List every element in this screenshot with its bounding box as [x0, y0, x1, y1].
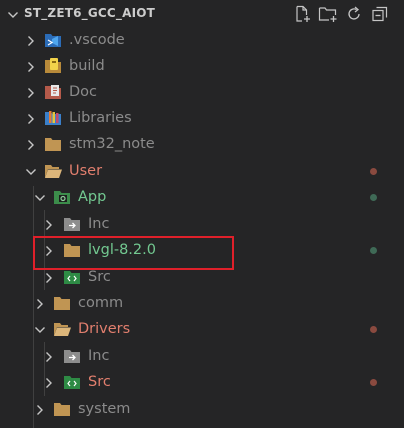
- chevron-right-icon[interactable]: [24, 33, 38, 47]
- tree-item-label: Src: [88, 269, 111, 285]
- tree-item-label: Src: [88, 374, 111, 390]
- folder-open-icon: [53, 320, 71, 338]
- vscode-folder-icon: [44, 31, 62, 49]
- tree-item-app-src[interactable]: Src: [0, 264, 404, 290]
- tree-item-label: .vscode: [69, 32, 125, 48]
- tree-item-label: stm32_note: [69, 136, 155, 152]
- tree-item-build[interactable]: build: [0, 53, 404, 79]
- tree-item-label: Libraries: [69, 110, 132, 126]
- explorer-section-title: ST_ZET6_GCC_AIOT: [24, 6, 156, 20]
- chevron-right-icon[interactable]: [24, 85, 38, 99]
- tree-item-label: App: [78, 189, 107, 205]
- chevron-right-icon[interactable]: [24, 111, 38, 125]
- chevron-right-icon[interactable]: [42, 270, 56, 284]
- tree-item-app-inc[interactable]: Inc: [0, 211, 404, 237]
- explorer-section-header[interactable]: ST_ZET6_GCC_AIOT: [0, 0, 404, 28]
- tree-item-system[interactable]: system: [0, 396, 404, 422]
- chevron-down-icon[interactable]: [33, 322, 47, 336]
- tree-item-stm32-note[interactable]: stm32_note: [0, 131, 404, 157]
- chevron-right-icon[interactable]: [33, 296, 47, 310]
- chevron-right-icon[interactable]: [42, 217, 56, 231]
- collapse-all-icon[interactable]: [370, 4, 390, 24]
- source-folder-icon: [63, 268, 81, 286]
- folder-icon: [44, 135, 62, 153]
- folder-icon: [53, 294, 71, 312]
- chevron-down-icon[interactable]: [6, 7, 20, 21]
- chevron-right-icon[interactable]: [24, 59, 38, 73]
- folder-open-icon: [44, 162, 62, 180]
- tree-item-doc[interactable]: Doc: [0, 79, 404, 105]
- tree-item-user[interactable]: User: [0, 158, 404, 184]
- untracked-status-dot: [370, 247, 377, 254]
- chevron-right-icon[interactable]: [33, 402, 47, 416]
- tree-item-app[interactable]: App: [0, 184, 404, 210]
- tree-item-drivers-inc[interactable]: Inc: [0, 343, 404, 369]
- tree-item-drivers[interactable]: Drivers: [0, 316, 404, 342]
- tree-item-label: build: [69, 58, 105, 74]
- tree-item-label: Drivers: [78, 321, 131, 337]
- include-folder-icon: [63, 215, 81, 233]
- tree-item-label: User: [69, 163, 103, 179]
- include-folder-icon: [63, 347, 81, 365]
- app-folder-icon: [53, 188, 71, 206]
- new-file-icon[interactable]: [292, 4, 312, 24]
- tree-item-drivers-src[interactable]: Src: [0, 369, 404, 395]
- tree-item-comm[interactable]: comm: [0, 290, 404, 316]
- modified-status-dot: [370, 379, 377, 386]
- tree-item-label: system: [78, 401, 131, 417]
- refresh-icon[interactable]: [344, 4, 364, 24]
- modified-status-dot: [370, 326, 377, 333]
- source-folder-icon: [63, 373, 81, 391]
- tree-item-label: Inc: [88, 348, 110, 364]
- untracked-status-dot: [370, 194, 377, 201]
- tree-item-libraries[interactable]: Libraries: [0, 105, 404, 131]
- folder-icon: [53, 400, 71, 418]
- tree-item-vscode[interactable]: .vscode: [0, 27, 404, 53]
- chevron-right-icon[interactable]: [42, 349, 56, 363]
- build-folder-icon: [44, 57, 62, 75]
- new-folder-icon[interactable]: [318, 4, 338, 24]
- tree-item-label: Doc: [69, 84, 98, 100]
- explorer-actions: [292, 4, 392, 24]
- chevron-down-icon[interactable]: [33, 190, 47, 204]
- modified-status-dot: [370, 168, 377, 175]
- tree-item-label: comm: [78, 295, 124, 311]
- libraries-folder-icon: [44, 109, 62, 127]
- doc-folder-icon: [44, 83, 62, 101]
- explorer-panel: ST_ZET6_GCC_AIOT .vscode build Doc Libra…: [0, 0, 404, 428]
- chevron-right-icon[interactable]: [24, 137, 38, 151]
- chevron-right-icon[interactable]: [42, 375, 56, 389]
- tree-item-label: Inc: [88, 216, 110, 232]
- chevron-down-icon[interactable]: [24, 164, 38, 178]
